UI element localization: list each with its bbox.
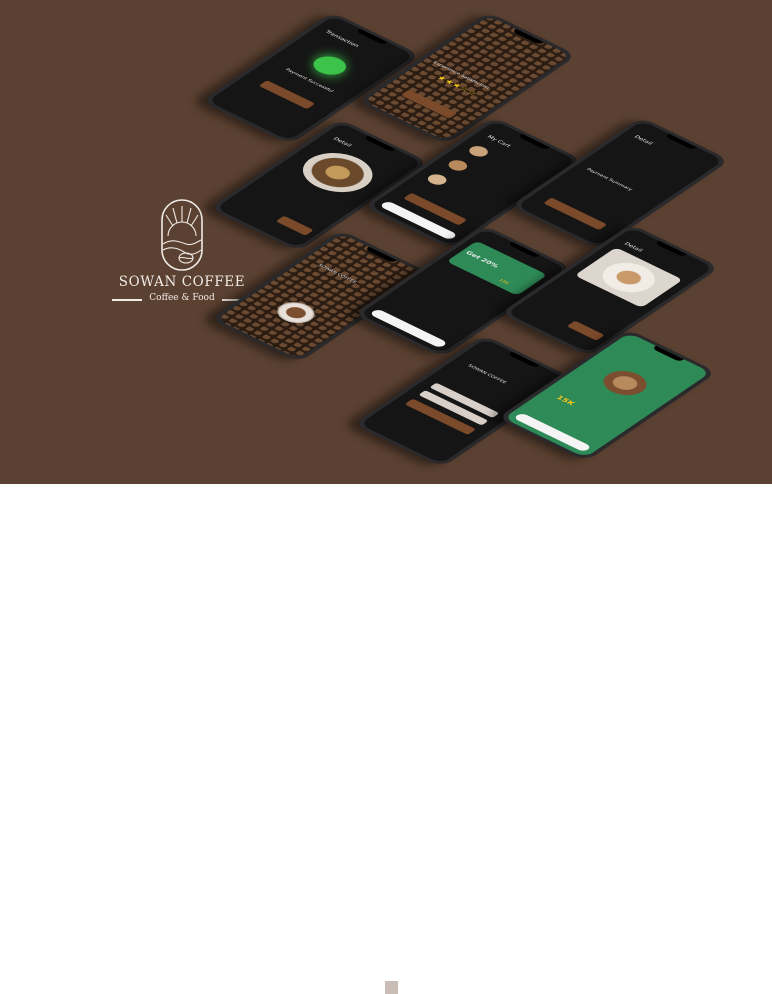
screen-title: Detail <box>331 136 353 148</box>
success-check-icon <box>307 52 353 79</box>
bottom-nav <box>369 308 449 349</box>
add-to-cart-button[interactable] <box>275 215 314 236</box>
cart-item-image <box>465 143 492 159</box>
add-to-cart-button[interactable] <box>566 320 605 341</box>
login-brand: SOWAN COFFEE <box>466 363 508 385</box>
phone-rating: Experience Satisfaction ★★★☆☆ <box>356 12 578 145</box>
phone-detail-coffee: Detail <box>499 224 721 357</box>
sun-arch-logo-icon <box>161 199 203 271</box>
coffee-cup-image <box>270 297 322 328</box>
presentation-canvas: SOWAN COFFEE Coffee & Food Transaction P… <box>0 0 772 484</box>
brand-tagline: Coffee & Food <box>149 293 215 303</box>
cart-item-image <box>444 158 471 173</box>
footer-bar <box>0 484 772 994</box>
screen-title: Transaction <box>323 29 361 49</box>
bottom-nav <box>513 412 593 453</box>
submit-rating-button[interactable] <box>400 89 458 119</box>
screen-title: Detail <box>632 134 654 146</box>
phone-promo: 15K <box>496 329 718 462</box>
food-image <box>289 144 387 201</box>
promo-price: 15K <box>554 394 577 407</box>
cart-item-image <box>424 172 451 187</box>
phone-summary: Detail Payment Summary <box>509 117 731 250</box>
coffee-splash-image <box>589 362 661 404</box>
phone-transaction: Transaction Payment Successful <box>200 12 422 145</box>
bottom-nav <box>379 200 459 241</box>
back-button[interactable] <box>258 80 316 110</box>
screen-title: My Cart <box>485 134 513 149</box>
summary-heading: Payment Summary <box>585 167 634 192</box>
page-indicator[interactable] <box>385 981 398 994</box>
splash-brand: SOWAN COFFEE <box>316 263 358 285</box>
latte-image <box>574 247 683 308</box>
brand-name: SOWAN COFFEE <box>118 274 246 290</box>
tagline-divider-left <box>112 299 142 301</box>
